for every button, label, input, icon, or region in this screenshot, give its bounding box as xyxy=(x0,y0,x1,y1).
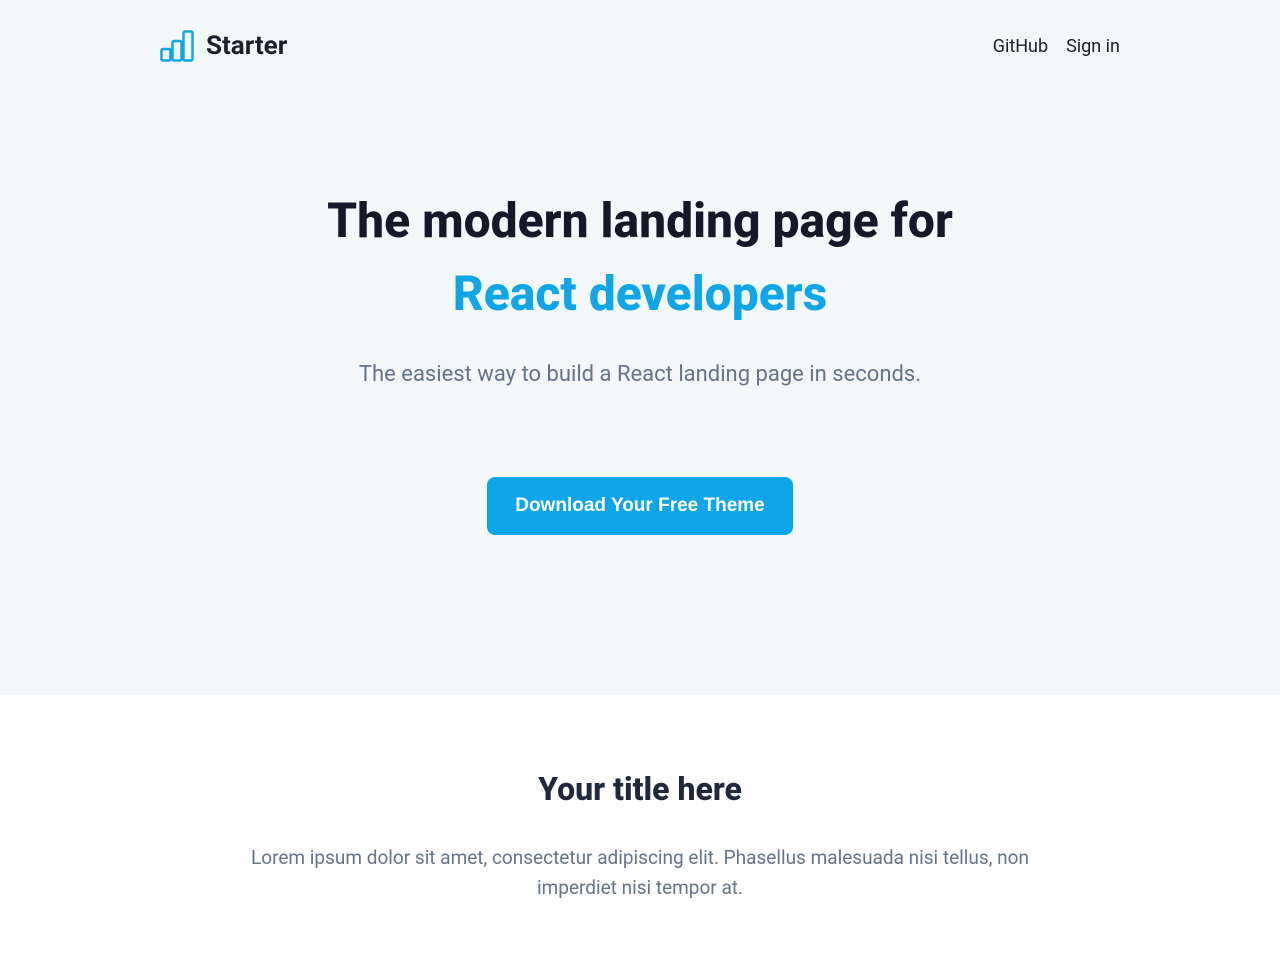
nav-links: GitHub Sign in xyxy=(993,36,1120,57)
features-section: Your title here Lorem ipsum dolor sit am… xyxy=(0,695,1280,904)
brand-logo[interactable]: Starter xyxy=(160,30,287,62)
brand-name: Starter xyxy=(206,31,287,61)
hero-title-line1: The modern landing page for xyxy=(160,192,1120,250)
hero-title-line2: React developers xyxy=(160,260,1120,327)
download-theme-button[interactable]: Download Your Free Theme xyxy=(487,477,793,535)
navbar: Starter GitHub Sign in xyxy=(160,0,1120,92)
bar-chart-icon xyxy=(160,30,196,62)
hero-section: Starter GitHub Sign in The modern landin… xyxy=(0,0,1280,695)
features-title: Your title here xyxy=(160,770,1120,808)
nav-link-github[interactable]: GitHub xyxy=(993,36,1048,57)
nav-link-signin[interactable]: Sign in xyxy=(1066,36,1120,57)
features-subtitle: Lorem ipsum dolor sit amet, consectetur … xyxy=(240,843,1040,904)
hero-content: The modern landing page for React develo… xyxy=(160,92,1120,695)
hero-subtitle: The easiest way to build a React landing… xyxy=(160,362,1120,387)
